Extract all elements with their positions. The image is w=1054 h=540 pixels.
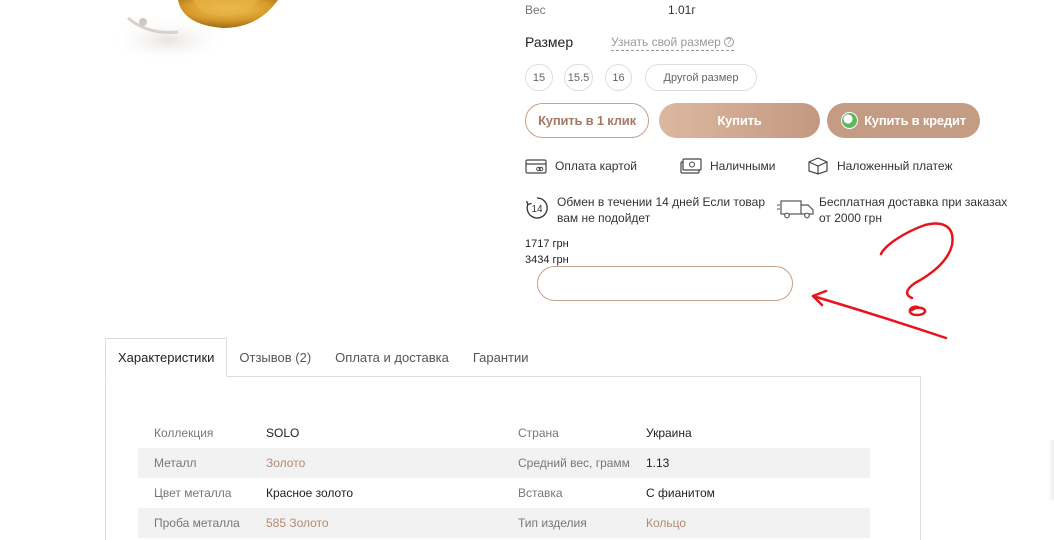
payment-cod: Наложенный платеж (807, 157, 952, 175)
spec-key: Металл (154, 456, 197, 470)
tab-guarantees[interactable]: Гарантии (461, 338, 541, 377)
price-lines: 1717 грн 3434 грн (525, 236, 569, 268)
credit-card-icon (525, 159, 547, 174)
exchange-line-2: вам не подойдет (557, 211, 651, 225)
delivery-text: Бесплатная доставка при заказах от 2000 … (819, 194, 1007, 226)
package-icon (808, 157, 828, 175)
spec-value: С фианитом (646, 486, 715, 500)
payment-cash: Наличными (680, 157, 776, 175)
delivery-info: Бесплатная доставка при заказах от 2000 … (777, 194, 1007, 226)
tab-reviews[interactable]: Отзывов (2) (227, 338, 323, 377)
tab-payment-delivery[interactable]: Оплата и доставка (323, 338, 461, 377)
buy-button[interactable]: Купить (659, 103, 820, 138)
size-title: Размер (525, 34, 574, 50)
cash-icon (680, 158, 702, 174)
exchange-info: 14 Обмен в течении 14 дней Если товар ва… (525, 194, 765, 226)
size-option-15-5[interactable]: 15.5 (564, 64, 593, 91)
price-line-1: 1717 грн (525, 238, 569, 250)
spec-key: Коллекция (154, 426, 214, 440)
size-option-15[interactable]: 15 (525, 64, 553, 91)
exchange-14-days-icon: 14 (525, 197, 548, 219)
credit-icon (841, 112, 859, 129)
size-option-other[interactable]: Другой размер (645, 64, 757, 91)
spec-key: Цвет металла (154, 486, 232, 500)
delivery-line-1: Бесплатная доставка при заказах (819, 195, 1008, 209)
find-size-label: Узнать свой размер (611, 35, 721, 49)
spec-value: Красное золото (266, 486, 354, 500)
delivery-truck-icon (777, 200, 814, 219)
spec-value-link[interactable]: Кольцо (646, 516, 686, 530)
spec-value: SOLO (266, 426, 300, 440)
empty-pill-field[interactable] (537, 266, 793, 301)
product-ring-image (108, 0, 278, 60)
weight-value: 1.01г (668, 3, 696, 17)
spec-value: 1.13 (646, 456, 670, 470)
exchange-badge: 14 (531, 204, 543, 215)
spec-key: Страна (518, 426, 559, 440)
scroll-edge (1048, 440, 1054, 500)
payment-card-label: Оплата картой (555, 159, 637, 173)
payment-cash-label: Наличными (710, 159, 776, 173)
spec-value-link[interactable]: Золото (266, 456, 518, 470)
weight-label: Вес (525, 3, 546, 17)
spec-value: Украина (646, 426, 692, 440)
delivery-line-2: от 2000 грн (819, 211, 882, 225)
payment-cod-label: Наложенный платеж (837, 159, 953, 173)
find-size-link[interactable]: Узнать свой размер ? (611, 35, 734, 51)
exchange-line-1: Обмен в течении 14 дней Если товар (557, 195, 766, 209)
spec-row: Проба металла 585 Золото Тип изделия Кол… (138, 508, 870, 538)
spec-key: Средний вес, грамм (518, 456, 630, 470)
spec-key: Проба металла (154, 516, 240, 530)
spec-table: Коллекция SOLO Страна Украина Металл Зол… (138, 418, 870, 538)
payment-card: Оплата картой (525, 157, 637, 175)
exchange-text: Обмен в течении 14 дней Если товар вам н… (557, 194, 765, 226)
spec-row: Коллекция SOLO Страна Украина (138, 418, 870, 448)
size-option-16[interactable]: 16 (605, 64, 632, 91)
buy-credit-button[interactable]: Купить в кредит (827, 103, 980, 138)
spec-key: Тип изделия (518, 516, 587, 530)
question-icon: ? (723, 37, 734, 47)
buy-credit-label: Купить в кредит (864, 113, 966, 128)
spec-row: Цвет металла Красное золото Вставка С фи… (138, 478, 870, 508)
spec-value-link[interactable]: 585 Золото (266, 516, 518, 530)
tab-characteristics[interactable]: Характеристики (105, 338, 228, 377)
product-tabs: Характеристики Отзывов (2) Оплата и дост… (105, 338, 541, 377)
spec-row: Металл Золото Средний вес, грамм 1.13 (138, 448, 870, 478)
buy-one-click-button[interactable]: Купить в 1 клик (525, 103, 649, 138)
spec-key: Вставка (518, 486, 563, 500)
